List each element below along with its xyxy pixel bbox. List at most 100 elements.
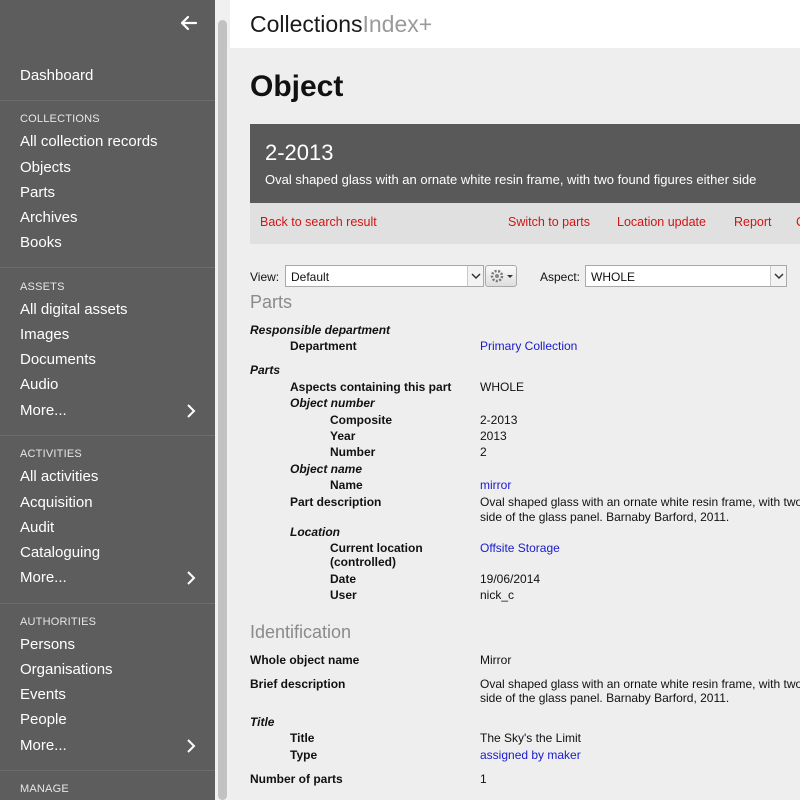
field-label-composite: Composite	[330, 413, 393, 427]
view-label: View:	[250, 270, 280, 284]
chevron-right-icon[interactable]	[185, 404, 197, 418]
field-label-aspects: Aspects containing this part	[290, 380, 452, 394]
composite-value: 2-2013	[480, 413, 518, 427]
sidebar-divider	[0, 100, 215, 101]
record-id: 2-2013	[265, 140, 334, 165]
main-content: Object 2-2013 Oval shaped glass with an …	[230, 48, 800, 800]
field-group-title: Title	[250, 715, 275, 729]
sidebar-item-organisations[interactable]: Organisations	[20, 661, 113, 678]
part-description-line-2: side of the glass panel. Barnaby Barford…	[480, 510, 730, 524]
scrollbar-thumb[interactable]	[218, 20, 227, 800]
chevron-down-icon	[770, 266, 786, 286]
field-label-number: Number	[330, 445, 376, 459]
report-link[interactable]: Report	[734, 215, 772, 229]
aspect-label: Aspect:	[540, 270, 581, 284]
chevron-right-icon[interactable]	[185, 739, 197, 753]
title-type-link[interactable]: assigned by maker	[480, 748, 581, 762]
gear-icon	[490, 269, 513, 283]
whole-object-name-value: Mirror	[480, 653, 512, 667]
section-title-manage: MANAGE	[20, 783, 69, 795]
brief-description-line-1: Oval shaped glass with an ornate white r…	[480, 677, 800, 691]
field-label-number-of-parts: Number of parts	[250, 772, 343, 786]
field-group-location: Location	[290, 525, 340, 539]
number-of-parts-value: 1	[480, 772, 487, 786]
app-logo[interactable]: CollectionsIndex+	[250, 11, 432, 38]
sidebar-item-acquisition[interactable]: Acquisition	[20, 494, 93, 511]
sidebar-item-images[interactable]: Images	[20, 326, 69, 343]
sidebar-item-archives[interactable]: Archives	[20, 209, 78, 226]
sidebar-item-objects[interactable]: Objects	[20, 159, 71, 176]
sidebar-item-all-digital-assets[interactable]: All digital assets	[20, 301, 128, 318]
sidebar-item-cataloguing[interactable]: Cataloguing	[20, 544, 100, 561]
field-label-title: Title	[290, 731, 315, 745]
sidebar-item-audit[interactable]: Audit	[20, 519, 54, 536]
view-select[interactable]: Default	[285, 265, 484, 287]
field-label-brief-description: Brief description	[250, 677, 346, 691]
more-action-link[interactable]: C	[796, 215, 800, 229]
logo-suffix: Index+	[362, 11, 433, 37]
section-heading-parts: Parts	[250, 292, 293, 312]
page-title: Object	[250, 70, 344, 103]
location-user-value: nick_c	[480, 588, 515, 602]
field-group-object-name: Object name	[290, 462, 363, 476]
field-label-date: Date	[330, 572, 357, 586]
sidebar-item-dashboard[interactable]: Dashboard	[20, 67, 93, 84]
field-label-name: Name	[330, 478, 363, 492]
sidebar-item-authorities-more[interactable]: More...	[20, 737, 67, 754]
field-label-current-location-controlled: (controlled)	[330, 555, 396, 569]
current-location-link[interactable]: Offsite Storage	[480, 541, 560, 555]
sidebar-item-all-collection-records[interactable]: All collection records	[20, 133, 158, 150]
field-group-parts: Parts	[250, 363, 281, 377]
back-to-search-link[interactable]: Back to search result	[260, 215, 377, 229]
sidebar-item-documents[interactable]: Documents	[20, 351, 96, 368]
sidebar-item-people[interactable]: People	[20, 711, 67, 728]
section-title-activities: ACTIVITIES	[20, 448, 82, 460]
field-label-department: Department	[290, 339, 357, 353]
section-title-authorities: AUTHORITIES	[20, 616, 97, 628]
chevron-down-icon	[467, 266, 483, 286]
number-value: 2	[480, 445, 487, 459]
location-date-value: 19/06/2014	[480, 572, 541, 586]
sidebar-item-persons[interactable]: Persons	[20, 636, 75, 653]
field-label-type: Type	[290, 748, 318, 762]
sidebar-item-events[interactable]: Events	[20, 686, 66, 703]
field-group-object-number: Object number	[290, 396, 375, 410]
top-bar: CollectionsIndex+	[230, 0, 800, 48]
sidebar-divider	[0, 267, 215, 268]
field-label-part-description: Part description	[290, 495, 382, 509]
location-update-link[interactable]: Location update	[617, 215, 706, 229]
part-description-line-1: Oval shaped glass with an ornate white r…	[480, 495, 800, 509]
department-link[interactable]: Primary Collection	[480, 339, 577, 353]
view-select-value: Default	[291, 270, 330, 284]
arrow-left-icon[interactable]	[178, 12, 200, 34]
section-title-collections: COLLECTIONS	[20, 113, 100, 125]
sidebar-item-assets-more[interactable]: More...	[20, 402, 67, 419]
sidebar-item-parts[interactable]: Parts	[20, 184, 55, 201]
aspects-value: WHOLE	[480, 380, 525, 394]
sidebar-divider	[0, 603, 215, 604]
switch-to-parts-link[interactable]: Switch to parts	[508, 215, 590, 229]
sidebar-item-all-activities[interactable]: All activities	[20, 468, 98, 485]
field-group-responsible-department: Responsible department	[250, 323, 391, 337]
aspect-select-value: WHOLE	[591, 270, 636, 284]
logo-main: Collections	[250, 11, 363, 37]
record-header: 2-2013 Oval shaped glass with an ornate …	[250, 124, 800, 203]
sidebar-item-books[interactable]: Books	[20, 234, 62, 251]
object-name-link[interactable]: mirror	[480, 478, 511, 492]
record-description: Oval shaped glass with an ornate white r…	[265, 172, 757, 187]
view-options-button[interactable]	[485, 265, 517, 287]
section-heading-identification: Identification	[250, 622, 352, 642]
sidebar: Dashboard COLLECTIONS All collection rec…	[0, 0, 215, 800]
sidebar-item-audio[interactable]: Audio	[20, 376, 58, 393]
aspect-select[interactable]: WHOLE	[585, 265, 787, 287]
field-label-year: Year	[330, 429, 356, 443]
sidebar-item-activities-more[interactable]: More...	[20, 569, 67, 586]
section-title-assets: ASSETS	[20, 281, 65, 293]
sidebar-divider	[0, 435, 215, 436]
brief-description-line-2: side of the glass panel. Barnaby Barford…	[480, 691, 730, 705]
field-label-user: User	[330, 588, 357, 602]
sidebar-divider	[0, 770, 215, 771]
field-label-whole-object-name: Whole object name	[250, 653, 360, 667]
chevron-right-icon[interactable]	[185, 571, 197, 585]
title-value: The Sky's the Limit	[480, 731, 581, 745]
